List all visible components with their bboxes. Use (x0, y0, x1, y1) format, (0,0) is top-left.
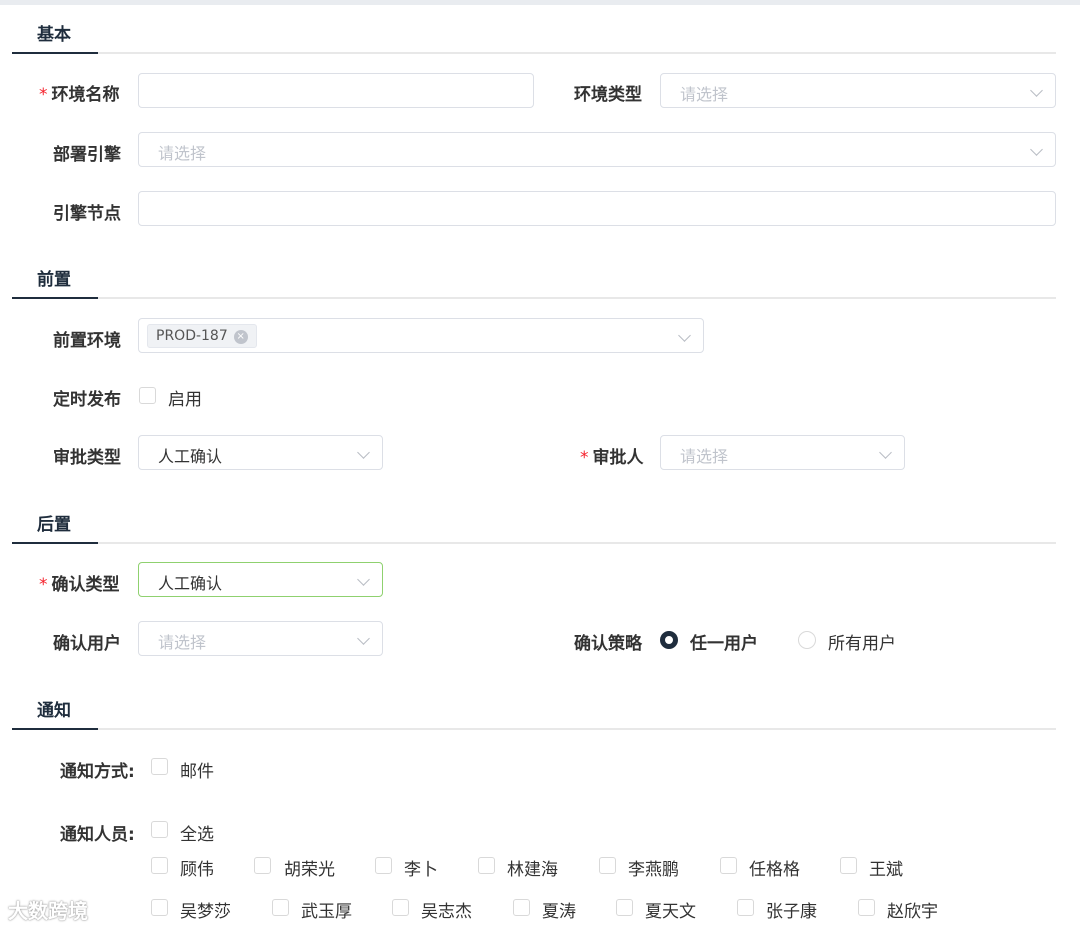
section-title-basic: 基本 (37, 25, 71, 45)
person-label: 武玉厚 (301, 902, 352, 922)
select-all-label: 全选 (180, 825, 214, 845)
section-title-post: 后置 (37, 515, 71, 535)
confirm-user-label: 确认用户 (53, 634, 121, 654)
person-label: 吴梦莎 (180, 902, 231, 922)
person-checkbox[interactable] (599, 857, 616, 874)
person-checkbox[interactable] (858, 899, 875, 916)
email-checkbox[interactable] (151, 758, 168, 775)
strategy-radio-any[interactable] (660, 631, 678, 649)
strategy-label-any: 任一用户 (690, 634, 758, 654)
person-label: 夏天文 (645, 902, 696, 922)
scheduled-release-label: 定时发布 (53, 390, 121, 410)
section-divider-notify (12, 728, 1056, 730)
confirm-type-select[interactable]: 人工确认 (138, 562, 383, 597)
chevron-down-icon (879, 446, 892, 459)
person-checkbox[interactable] (616, 899, 633, 916)
person-checkbox[interactable] (737, 899, 754, 916)
person-label: 任格格 (749, 860, 800, 880)
person-label: 林建海 (507, 860, 558, 880)
confirm-strategy-label: 确认策略 (574, 634, 642, 654)
section-divider-pre (12, 297, 1056, 299)
section-title-pre: 前置 (37, 270, 71, 290)
section-divider-post (12, 542, 1056, 544)
person-checkbox[interactable] (272, 899, 289, 916)
strategy-label-all: 所有用户 (828, 634, 896, 654)
person-checkbox[interactable] (840, 857, 857, 874)
person-checkbox[interactable] (254, 857, 271, 874)
person-checkbox[interactable] (513, 899, 530, 916)
chevron-down-icon (678, 329, 691, 342)
person-label: 吴志杰 (421, 902, 472, 922)
watermark-logo: 大数跨境 (8, 899, 88, 923)
approval-type-label: 审批类型 (53, 448, 121, 468)
chevron-down-icon (1030, 84, 1043, 97)
select-all-checkbox[interactable] (151, 821, 168, 838)
person-checkbox[interactable] (392, 899, 409, 916)
person-label: 夏涛 (542, 902, 576, 922)
person-label: 顾伟 (180, 860, 214, 880)
confirm-type-label: * 确认类型 (39, 575, 120, 595)
deploy-engine-label: 部署引擎 (53, 145, 121, 165)
pre-env-label: 前置环境 (53, 331, 121, 351)
person-label: 李卜 (404, 860, 438, 880)
enable-checkbox[interactable] (139, 387, 156, 404)
chevron-down-icon (357, 446, 370, 459)
person-checkbox[interactable] (720, 857, 737, 874)
chevron-down-icon (1030, 143, 1043, 156)
pre-env-multiselect[interactable]: PROD-187 × (138, 318, 704, 353)
engine-node-input[interactable] (138, 191, 1056, 226)
notify-method-label: 通知方式: (60, 762, 135, 782)
email-checkbox-label: 邮件 (180, 762, 214, 782)
chevron-down-icon (357, 573, 370, 586)
engine-node-label: 引擎节点 (53, 204, 121, 224)
confirm-user-select[interactable]: 请选择 (138, 621, 383, 656)
section-divider-basic (12, 52, 1056, 54)
person-checkbox[interactable] (375, 857, 392, 874)
pre-env-tag: PROD-187 × (147, 324, 257, 348)
person-label: 张子康 (766, 902, 817, 922)
enable-checkbox-label: 启用 (168, 390, 202, 410)
person-checkbox[interactable] (151, 857, 168, 874)
person-label: 李燕鹏 (628, 860, 679, 880)
env-type-label: 环境类型 (574, 85, 642, 105)
approver-select[interactable]: 请选择 (660, 435, 905, 470)
person-checkbox[interactable] (151, 899, 168, 916)
notify-people-label: 通知人员: (60, 825, 135, 845)
person-label: 赵欣宇 (887, 902, 938, 922)
person-label: 王斌 (869, 860, 903, 880)
top-bar (0, 0, 1080, 5)
env-type-select[interactable]: 请选择 (660, 73, 1056, 108)
section-title-notify: 通知 (37, 701, 71, 721)
close-icon[interactable]: × (233, 330, 248, 344)
env-name-label: * 环境名称 (39, 85, 120, 105)
env-name-input[interactable] (138, 73, 534, 108)
deploy-engine-select[interactable]: 请选择 (138, 132, 1056, 167)
approver-label: * 审批人 (580, 448, 644, 468)
person-checkbox[interactable] (478, 857, 495, 874)
person-label: 胡荣光 (284, 860, 335, 880)
approval-type-select[interactable]: 人工确认 (138, 435, 383, 470)
strategy-radio-all[interactable] (798, 631, 816, 649)
chevron-down-icon (357, 632, 370, 645)
